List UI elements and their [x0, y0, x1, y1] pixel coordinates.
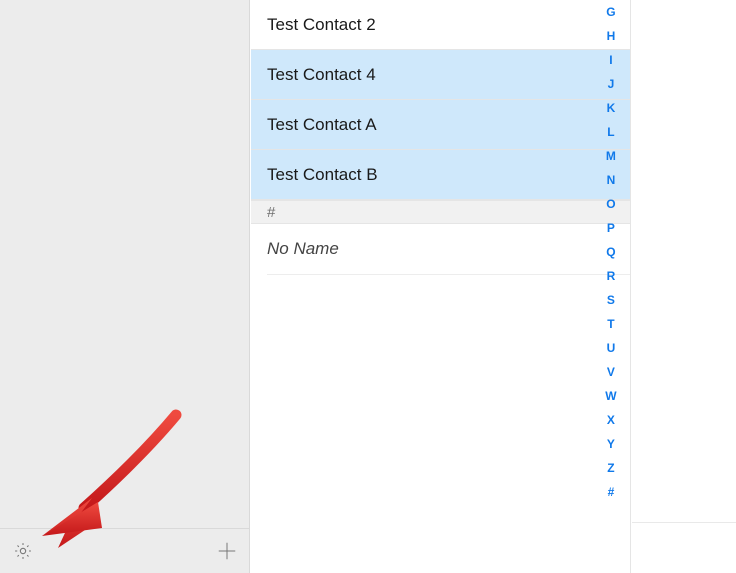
alpha-index-item[interactable]: M — [606, 150, 616, 162]
sidebar — [0, 0, 250, 573]
contact-row[interactable]: Test Contact B — [251, 150, 630, 200]
alpha-index-item[interactable]: I — [609, 54, 613, 66]
contacts-list: Test Contact 2 Test Contact 4 Test Conta… — [251, 0, 631, 573]
contact-label: No Name — [267, 239, 339, 259]
contact-label: Test Contact 2 — [267, 15, 376, 35]
contact-row-no-name[interactable]: No Name — [251, 224, 630, 274]
alpha-index-item[interactable]: W — [605, 390, 617, 402]
alpha-index-item[interactable]: O — [606, 198, 616, 210]
contact-label: Test Contact A — [267, 115, 377, 135]
alpha-index-item[interactable]: # — [608, 486, 615, 498]
divider — [632, 522, 736, 523]
contact-row[interactable]: Test Contact 2 — [251, 0, 630, 50]
alpha-index-item[interactable]: Y — [607, 438, 615, 450]
alpha-index-item[interactable]: X — [607, 414, 615, 426]
gear-icon[interactable] — [12, 540, 34, 562]
alpha-index-item[interactable]: H — [607, 30, 616, 42]
divider — [267, 274, 630, 275]
alpha-index-item[interactable]: S — [607, 294, 615, 306]
alpha-index-item[interactable]: Q — [606, 246, 616, 258]
alpha-index-item[interactable]: T — [607, 318, 615, 330]
contact-row[interactable]: Test Contact 4 — [251, 50, 630, 100]
section-header-label: # — [267, 204, 275, 221]
alpha-index: G H I J K L M N O P Q R S T U V W X Y Z … — [596, 6, 626, 498]
contact-label: Test Contact B — [267, 165, 378, 185]
alpha-index-item[interactable]: Z — [607, 462, 615, 474]
section-header: # — [251, 200, 630, 224]
contact-label: Test Contact 4 — [267, 65, 376, 85]
alpha-index-item[interactable]: R — [607, 270, 616, 282]
alpha-index-item[interactable]: G — [606, 6, 616, 18]
alpha-index-item[interactable]: P — [607, 222, 615, 234]
sidebar-toolbar — [0, 528, 250, 573]
alpha-index-item[interactable]: V — [607, 366, 615, 378]
alpha-index-item[interactable]: U — [607, 342, 616, 354]
alpha-index-item[interactable]: N — [607, 174, 616, 186]
alpha-index-item[interactable]: L — [607, 126, 615, 138]
detail-panel — [631, 0, 736, 573]
plus-icon[interactable] — [216, 540, 238, 562]
alpha-index-item[interactable]: K — [607, 102, 616, 114]
contact-row[interactable]: Test Contact A — [251, 100, 630, 150]
alpha-index-item[interactable]: J — [608, 78, 615, 90]
